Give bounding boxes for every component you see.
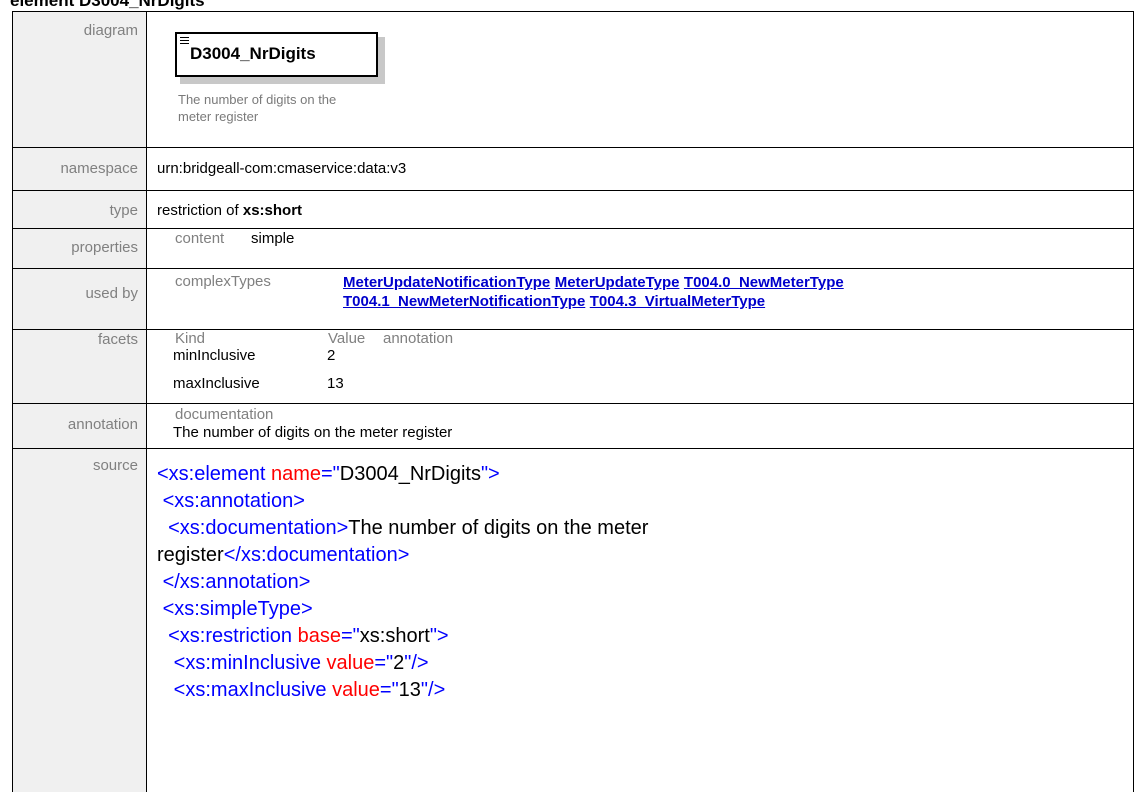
facets-header-annotation: annotation bbox=[383, 330, 454, 347]
element-doc-table: diagram D3004_NrDigits The number of dig… bbox=[12, 11, 1134, 792]
row-properties: properties content simple bbox=[13, 229, 1133, 269]
facets-header-kind: Kind bbox=[175, 330, 206, 347]
type-value: restriction of xs:short bbox=[157, 202, 302, 219]
label-annotation: annotation bbox=[67, 416, 138, 433]
code-line: <xs:documentation>The number of digits o… bbox=[168, 517, 649, 539]
code-line: <xs:annotation> bbox=[162, 490, 305, 512]
row-used-by: used by complexTypes MeterUpdateNotifica… bbox=[13, 269, 1133, 330]
facet-kind: minInclusive bbox=[173, 347, 256, 364]
properties-value: simple bbox=[251, 230, 295, 247]
code-line: <xs:minInclusive value="2"/> bbox=[173, 652, 429, 674]
link-meterupdatenotificationtype[interactable]: MeterUpdateNotificationType bbox=[343, 274, 550, 291]
row-namespace: namespace urn:bridgeall-com:cmaservice:d… bbox=[13, 148, 1133, 191]
row-source: source <xs:element name="D3004_NrDigits"… bbox=[13, 449, 1133, 792]
label-source: source bbox=[92, 457, 138, 474]
diagram-doc-line1: The number of digits on the bbox=[178, 92, 337, 107]
code-line: <xs:simpleType> bbox=[162, 598, 313, 620]
facet-value: 13 bbox=[327, 375, 344, 392]
link-meterupdatetype[interactable]: MeterUpdateType bbox=[555, 274, 680, 291]
namespace-value: urn:bridgeall-com:cmaservice:data:v3 bbox=[157, 160, 407, 177]
diagram-cell: D3004_NrDigits The number of digits on t… bbox=[147, 12, 1133, 147]
label-diagram: diagram bbox=[83, 22, 138, 39]
properties-key: content bbox=[175, 230, 225, 247]
page-heading: element D3004_NrDigits bbox=[10, 0, 205, 10]
label-facets: facets bbox=[97, 331, 138, 348]
row-annotation: annotation documentation The number of d… bbox=[13, 404, 1133, 449]
code-line: <xs:maxInclusive value="13"/> bbox=[173, 679, 446, 701]
diagram-doc-line2: meter register bbox=[178, 109, 259, 124]
code-line: register</xs:documentation> bbox=[157, 544, 410, 566]
row-facets: facets Kind Value annotation minInclusiv… bbox=[13, 330, 1133, 404]
type-prefix: restriction of bbox=[157, 202, 243, 219]
element-diagram-box[interactable]: D3004_NrDigits bbox=[175, 32, 378, 77]
label-used-by: used by bbox=[85, 285, 138, 302]
code-line: <xs:restriction base="xs:short"> bbox=[168, 625, 449, 647]
label-namespace: namespace bbox=[60, 160, 138, 177]
diagram-documentation: The number of digits on the meter regist… bbox=[178, 91, 378, 125]
used-by-links: MeterUpdateNotificationType MeterUpdateT… bbox=[343, 273, 1103, 311]
label-type: type bbox=[109, 202, 138, 219]
source-code-block: <xs:element name="D3004_NrDigits"> <xs:a… bbox=[157, 461, 648, 704]
code-line: </xs:annotation> bbox=[162, 571, 311, 593]
link-t004-1-newmeternotificationtype[interactable]: T004.1_NewMeterNotificationType bbox=[343, 293, 585, 310]
facet-kind: maxInclusive bbox=[173, 375, 260, 392]
facet-value: 2 bbox=[327, 347, 336, 364]
facets-header-value: Value bbox=[328, 330, 366, 347]
facets-table: Kind Value annotation minInclusive 2 max… bbox=[147, 330, 1133, 403]
row-type: type restriction of xs:short bbox=[13, 191, 1133, 229]
source-code: <xs:element name="D3004_NrDigits"> <xs:a… bbox=[147, 449, 1133, 792]
used-by-category: complexTypes bbox=[175, 273, 271, 290]
annotation-text: The number of digits on the meter regist… bbox=[173, 424, 453, 441]
row-diagram: diagram D3004_NrDigits The number of dig… bbox=[13, 12, 1133, 148]
link-t004-3-virtualmetertype[interactable]: T004.3_VirtualMeterType bbox=[590, 293, 765, 310]
link-t004-0-newmetertype[interactable]: T004.0_NewMeterType bbox=[684, 274, 844, 291]
annotation-key: documentation bbox=[175, 406, 274, 423]
diagram-element-name: D3004_NrDigits bbox=[190, 44, 316, 63]
element-list-icon bbox=[180, 35, 189, 44]
label-properties: properties bbox=[71, 239, 138, 256]
code-line: <xs:element name="D3004_NrDigits"> bbox=[157, 463, 500, 485]
type-base: xs:short bbox=[242, 202, 303, 219]
